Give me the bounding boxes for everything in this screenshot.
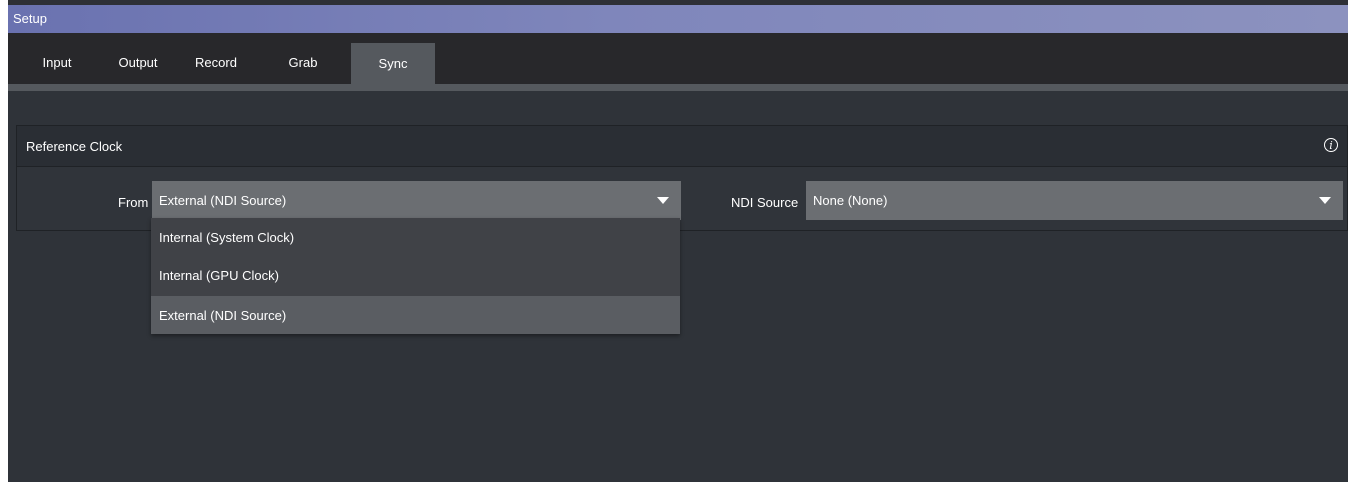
setup-window: Setup Input Output Record Grab Sync Refe… (8, 0, 1348, 482)
tab-bar: Input Output Record Grab Sync (8, 33, 1348, 84)
option-label: External (NDI Source) (159, 308, 287, 323)
chevron-down-icon (1319, 197, 1331, 204)
option-label: Internal (GPU Clock) (159, 268, 279, 283)
from-label: From (118, 195, 149, 210)
tab-sync[interactable]: Sync (351, 43, 435, 84)
panel-title: Reference Clock (26, 139, 123, 154)
option-internal-system-clock[interactable]: Internal (System Clock) (151, 218, 680, 256)
ndi-source-label: NDI Source (731, 195, 799, 210)
tab-underline (8, 84, 1348, 91)
panel-header: Reference Clock i (17, 126, 1347, 167)
ndi-source-select-value: None (None) (813, 193, 888, 208)
window-title: Setup (13, 11, 47, 26)
ndi-source-select[interactable]: None (None) (806, 181, 1343, 220)
from-dropdown-list: Internal (System Clock) Internal (GPU Cl… (151, 218, 680, 334)
tab-record[interactable]: Record (184, 45, 248, 79)
chevron-down-icon (657, 197, 669, 204)
option-internal-gpu-clock[interactable]: Internal (GPU Clock) (151, 256, 680, 294)
option-label: Internal (System Clock) (159, 230, 295, 245)
reference-clock-panel: Reference Clock i From External (NDI Sou… (16, 125, 1348, 231)
tab-output[interactable]: Output (104, 45, 172, 79)
from-select[interactable]: External (NDI Source) (152, 181, 681, 220)
option-external-ndi-source[interactable]: External (NDI Source) (151, 296, 680, 334)
tab-grab[interactable]: Grab (278, 45, 328, 79)
title-bar[interactable]: Setup (8, 5, 1348, 33)
tab-input[interactable]: Input (26, 45, 88, 79)
from-select-value: External (NDI Source) (159, 193, 287, 208)
info-icon[interactable]: i (1324, 138, 1338, 152)
